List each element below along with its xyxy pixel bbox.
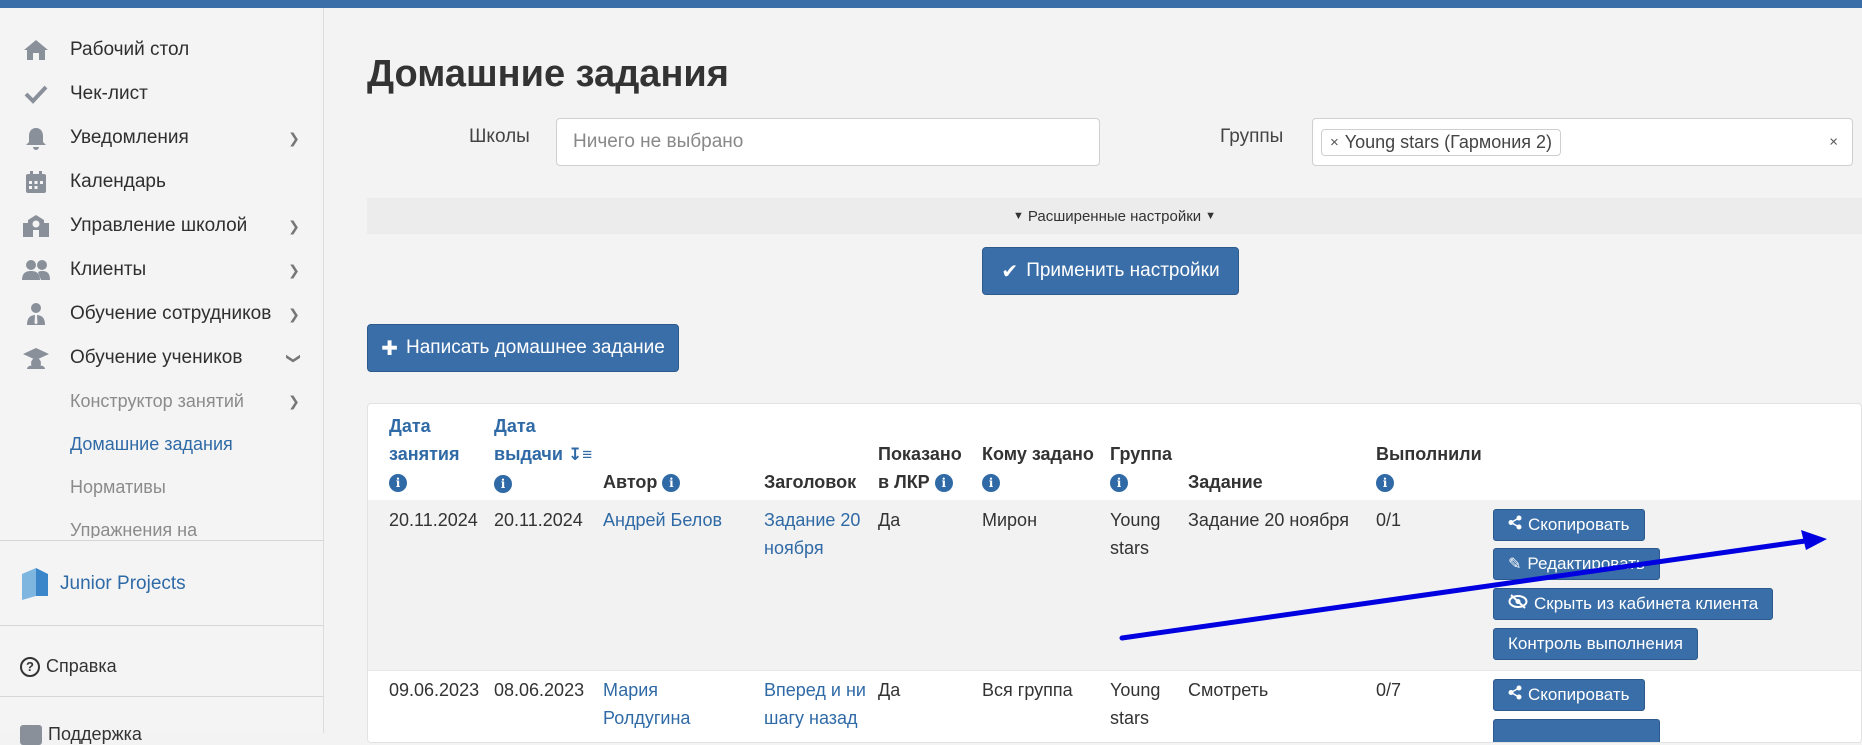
- sidebar-item-dashboard[interactable]: Рабочий стол: [0, 28, 323, 72]
- bell-icon: [20, 125, 52, 151]
- chevron-right-icon: ❯: [288, 305, 300, 322]
- sidebar: Рабочий стол Чек-лист Уведомления ❯ Кале…: [0, 8, 324, 745]
- sidebar-divider: [0, 696, 323, 697]
- sidebar-subitem-lesson-builder[interactable]: Конструктор занятий ❯: [0, 380, 323, 423]
- sidebar-item-label: Управление школой: [70, 215, 248, 236]
- sidebar-item-label: Календарь: [70, 171, 166, 192]
- chevron-right-icon: ❯: [288, 129, 300, 146]
- sidebar-item-label: Рабочий стол: [70, 39, 190, 60]
- sidebar-subitem-homework[interactable]: Домашние задания: [0, 423, 323, 466]
- chevron-right-icon: ❯: [288, 261, 300, 278]
- support-label: Поддержка: [48, 724, 142, 744]
- home-icon: [20, 37, 52, 63]
- sidebar-subitem-label: Нормативы: [70, 477, 166, 497]
- sidebar-item-label: Обучение сотрудников: [70, 303, 272, 324]
- annotation-arrow: [1119, 530, 1827, 641]
- brand-label: Junior Projects: [60, 573, 186, 594]
- sidebar-item-notifications[interactable]: Уведомления ❯: [0, 116, 323, 160]
- calendar-icon: [20, 169, 52, 195]
- employee-icon: [20, 301, 52, 327]
- sidebar-item-label: Уведомления: [70, 127, 189, 148]
- chevron-right-icon: ❯: [288, 217, 300, 234]
- main-content: Домашние задания Школы Ничего не выбрано…: [325, 8, 1862, 743]
- sidebar-subitem-standards[interactable]: Нормативы: [0, 466, 323, 509]
- support-link[interactable]: Поддержка: [20, 724, 142, 745]
- sidebar-divider: [0, 625, 323, 626]
- sidebar-item-checklist[interactable]: Чек-лист: [0, 72, 323, 116]
- users-icon: [20, 257, 52, 283]
- help-label: Справка: [46, 656, 117, 676]
- sidebar-divider: [0, 540, 323, 541]
- sidebar-subitem-label: Упражнения на: [70, 520, 198, 538]
- question-circle-icon: ?: [20, 656, 40, 677]
- sidebar-item-label: Чек-лист: [70, 83, 148, 104]
- help-link[interactable]: ? Справка: [20, 656, 117, 677]
- sidebar-nav: Рабочий стол Чек-лист Уведомления ❯ Кале…: [0, 28, 323, 538]
- support-icon: [20, 724, 42, 745]
- school-icon: [20, 213, 52, 239]
- check-icon: [20, 81, 52, 107]
- sidebar-subitem-exercises[interactable]: Упражнения на: [0, 509, 323, 538]
- sidebar-subitem-label: Конструктор занятий: [70, 391, 244, 411]
- chevron-right-icon: ❯: [288, 393, 300, 409]
- sidebar-subitem-label: Домашние задания: [70, 434, 233, 454]
- sidebar-item-calendar[interactable]: Календарь: [0, 160, 323, 204]
- sidebar-item-employee-training[interactable]: Обучение сотрудников ❯: [0, 292, 323, 336]
- sidebar-item-student-training[interactable]: Обучение учеников ❯: [0, 336, 323, 380]
- sidebar-item-school-management[interactable]: Управление школой ❯: [0, 204, 323, 248]
- brand-link[interactable]: Junior Projects: [20, 566, 186, 602]
- chevron-down-icon: ❯: [286, 352, 303, 364]
- graduation-cap-icon: [20, 345, 52, 371]
- sidebar-item-label: Клиенты: [70, 259, 147, 280]
- junior-projects-logo-icon: [22, 568, 48, 600]
- top-accent-bar: [0, 0, 1862, 8]
- sidebar-item-clients[interactable]: Клиенты ❯: [0, 248, 323, 292]
- sidebar-item-label: Обучение учеников: [70, 347, 243, 368]
